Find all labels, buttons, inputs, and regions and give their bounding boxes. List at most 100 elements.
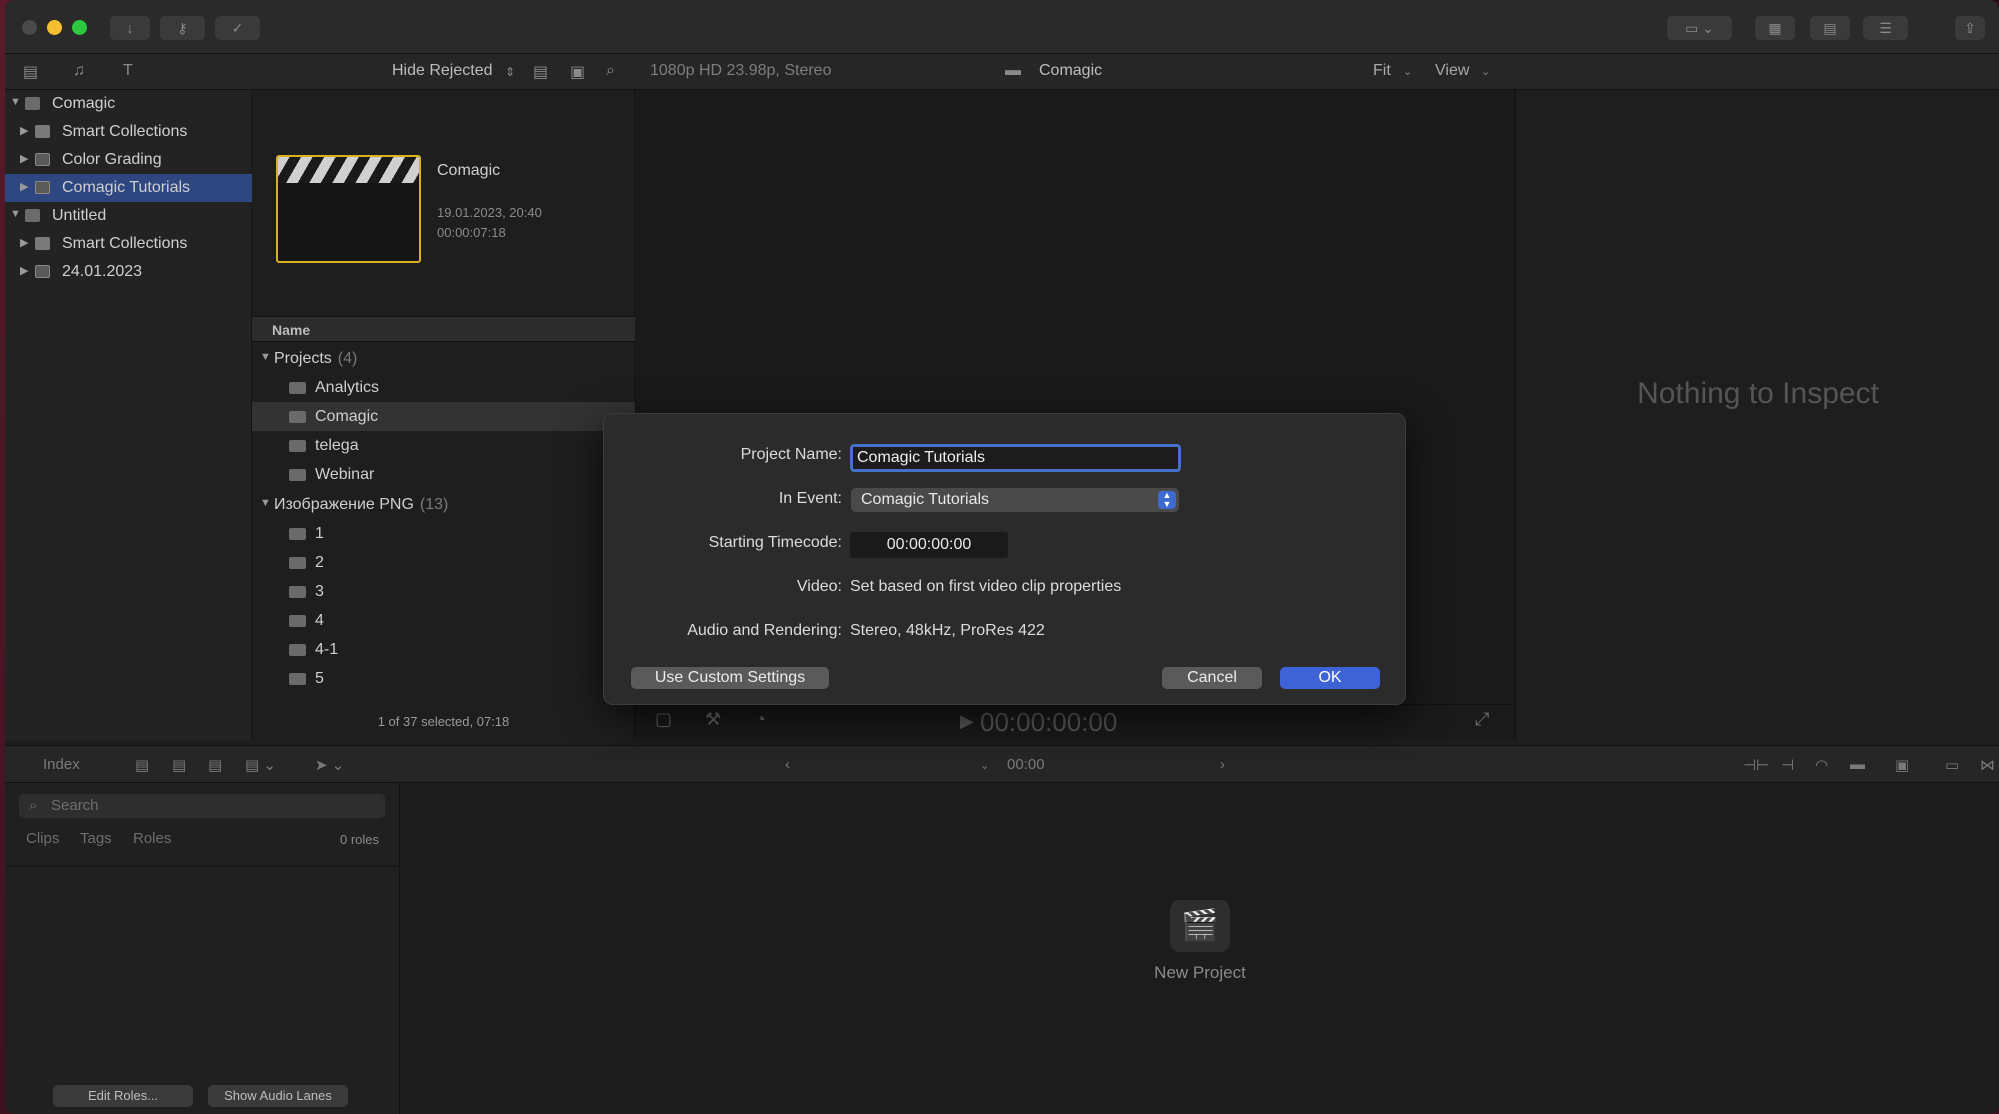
event-comagic-tutorials[interactable]: ▶ Comagic Tutorials xyxy=(5,174,252,202)
disclosure-open-icon[interactable]: ▼ xyxy=(260,497,271,509)
smart-collections-item[interactable]: ▶ Smart Collections xyxy=(5,230,252,258)
share-view-icon[interactable]: ▭ ⌄ xyxy=(1667,16,1732,40)
list-header[interactable]: Name xyxy=(252,316,635,342)
show-audio-lanes-button[interactable]: Show Audio Lanes xyxy=(208,1085,348,1107)
tab-tags[interactable]: Tags xyxy=(80,830,112,847)
disclosure-open-icon[interactable]: ▼ xyxy=(10,96,21,108)
list-item[interactable]: Comagic xyxy=(252,402,635,431)
list-item-label: 1 xyxy=(315,525,324,542)
select-tool-icon[interactable]: ➤ ⌄ xyxy=(315,756,344,774)
transform-icon[interactable]: ▢ xyxy=(655,709,672,730)
clip-duration: 00:00:07:18 xyxy=(437,225,506,240)
next-icon[interactable]: › xyxy=(1220,756,1225,773)
disclosure-closed-icon[interactable]: ▶ xyxy=(20,180,28,193)
keywords-icon[interactable]: ⚷ xyxy=(160,16,205,40)
event-color-grading[interactable]: ▶ Color Grading xyxy=(5,146,252,174)
list-item[interactable]: 5 xyxy=(252,664,635,693)
index-tab[interactable]: Index xyxy=(43,756,80,773)
projects-group[interactable]: ▼ Projects (4) xyxy=(252,344,635,373)
smart-collections-item[interactable]: ▶ Smart Collections xyxy=(5,118,252,146)
list-item[interactable]: Webinar xyxy=(252,460,635,489)
sidebar-item-label: 24.01.2023 xyxy=(62,263,143,280)
image-icon xyxy=(289,586,306,598)
in-event-select[interactable]: Comagic Tutorials ▲ ▼ xyxy=(851,488,1179,512)
photos-audio-icon[interactable]: ♫ xyxy=(73,62,85,80)
project-thumbnail[interactable] xyxy=(276,155,421,263)
new-project-label[interactable]: New Project xyxy=(1110,963,1290,983)
tab-roles[interactable]: Roles xyxy=(133,830,171,847)
effects-browser-icon[interactable]: ▭ xyxy=(1945,756,1959,774)
disclosure-closed-icon[interactable]: ▶ xyxy=(20,264,28,277)
disclosure-closed-icon[interactable]: ▶ xyxy=(20,124,28,137)
filmstrip-view-icon[interactable]: ▣ xyxy=(570,62,585,82)
new-project-icon[interactable]: 🎬 xyxy=(1170,900,1230,952)
inspector-toggle-icon[interactable]: ☰ xyxy=(1863,16,1908,40)
list-item-label: 2 xyxy=(315,554,324,571)
solo-icon[interactable]: ◠ xyxy=(1815,756,1828,774)
insert-icon[interactable]: ▤ xyxy=(172,756,186,774)
sidebar-item-label: Color Grading xyxy=(62,151,162,168)
view-menu[interactable]: View xyxy=(1435,62,1469,80)
share-icon[interactable]: ⇪ xyxy=(1955,16,1985,40)
audio-rendering-label: Audio and Rendering: xyxy=(687,622,842,639)
library-untitled[interactable]: ▼ Untitled xyxy=(5,202,252,230)
library-comagic[interactable]: ▼ Comagic xyxy=(5,90,252,118)
column-name[interactable]: Name xyxy=(272,322,310,338)
list-item[interactable]: 3 xyxy=(252,577,635,606)
titles-generators-icon[interactable]: T xyxy=(123,62,133,80)
play-icon[interactable]: ▶ xyxy=(960,711,974,732)
overwrite-icon[interactable]: ▤ ⌄ xyxy=(245,756,276,774)
hide-rejected-filter[interactable]: Hide Rejected xyxy=(392,62,493,80)
list-item[interactable]: 4-1 xyxy=(252,635,635,664)
group-count: (4) xyxy=(337,350,358,367)
connect-icon[interactable]: ▤ xyxy=(208,756,222,774)
clip-appearance-icon[interactable]: ▤ xyxy=(533,62,548,82)
use-custom-settings-button[interactable]: Use Custom Settings xyxy=(631,667,829,689)
import-icon[interactable]: ↓ xyxy=(110,16,150,40)
minimize-window-button[interactable] xyxy=(47,20,62,35)
filter-stepper-icon[interactable]: ⇕ xyxy=(505,65,515,79)
clip-appearance-icon[interactable]: ▣ xyxy=(1895,756,1909,774)
project-name-field[interactable] xyxy=(850,444,1181,472)
images-group[interactable]: ▼ Изображение PNG (13) xyxy=(252,490,635,519)
list-item[interactable]: Analytics xyxy=(252,373,635,402)
disclosure-open-icon[interactable]: ▼ xyxy=(260,351,271,363)
append-icon[interactable]: ▤ xyxy=(135,756,149,774)
audio-skimming-icon[interactable]: ⊣ xyxy=(1781,756,1794,774)
project-icon xyxy=(289,469,306,481)
search-input[interactable]: ⌕ Search xyxy=(19,794,385,818)
event-24-01-2023[interactable]: ▶ 24.01.2023 xyxy=(5,258,252,286)
list-item[interactable]: 4 xyxy=(252,606,635,635)
chevron-down-icon[interactable]: ⌄ xyxy=(980,759,989,772)
skimming-icon[interactable]: ⊣⊢ xyxy=(1743,756,1769,774)
maximize-window-button[interactable] xyxy=(72,20,87,35)
snapping-icon[interactable]: ▬ xyxy=(1850,756,1865,773)
disclosure-open-icon[interactable]: ▼ xyxy=(10,208,21,220)
background-tasks-icon[interactable]: ✓ xyxy=(215,16,260,40)
disclosure-closed-icon[interactable]: ▶ xyxy=(20,152,28,165)
libraries-icon[interactable]: ▤ xyxy=(23,62,38,82)
fullscreen-icon[interactable]: ⤢ xyxy=(1475,709,1489,730)
starting-timecode-field[interactable]: 00:00:00:00 xyxy=(850,532,1008,558)
edit-roles-button[interactable]: Edit Roles... xyxy=(53,1085,193,1107)
cancel-button[interactable]: Cancel xyxy=(1162,667,1262,689)
secondary-toolbar: ▤ ♫ T Hide Rejected ⇕ ▤ ▣ ⌕ 1080p HD 23.… xyxy=(5,54,1999,90)
select-stepper-icon: ▲ ▼ xyxy=(1158,491,1176,509)
list-item[interactable]: 1 xyxy=(252,519,635,548)
list-item-label: 3 xyxy=(315,583,324,600)
transitions-browser-icon[interactable]: ⋈ xyxy=(1980,756,1995,774)
ok-button[interactable]: OK xyxy=(1280,667,1380,689)
close-window-button[interactable] xyxy=(22,20,37,35)
browser-toggle-icon[interactable]: ▦ xyxy=(1755,16,1795,40)
speed-icon[interactable]: ◔ xyxy=(755,709,766,730)
enhance-icon[interactable]: ⚒ xyxy=(705,709,721,730)
tab-clips[interactable]: Clips xyxy=(26,830,59,847)
zoom-fit-menu[interactable]: Fit xyxy=(1373,62,1391,80)
search-icon[interactable]: ⌕ xyxy=(606,62,615,80)
list-item[interactable]: 2 xyxy=(252,548,635,577)
timeline-toggle-icon[interactable]: ▤ xyxy=(1810,16,1850,40)
image-icon xyxy=(289,557,306,569)
previous-icon[interactable]: ‹ xyxy=(785,756,790,773)
disclosure-closed-icon[interactable]: ▶ xyxy=(20,236,28,249)
list-item[interactable]: telega xyxy=(252,431,635,460)
